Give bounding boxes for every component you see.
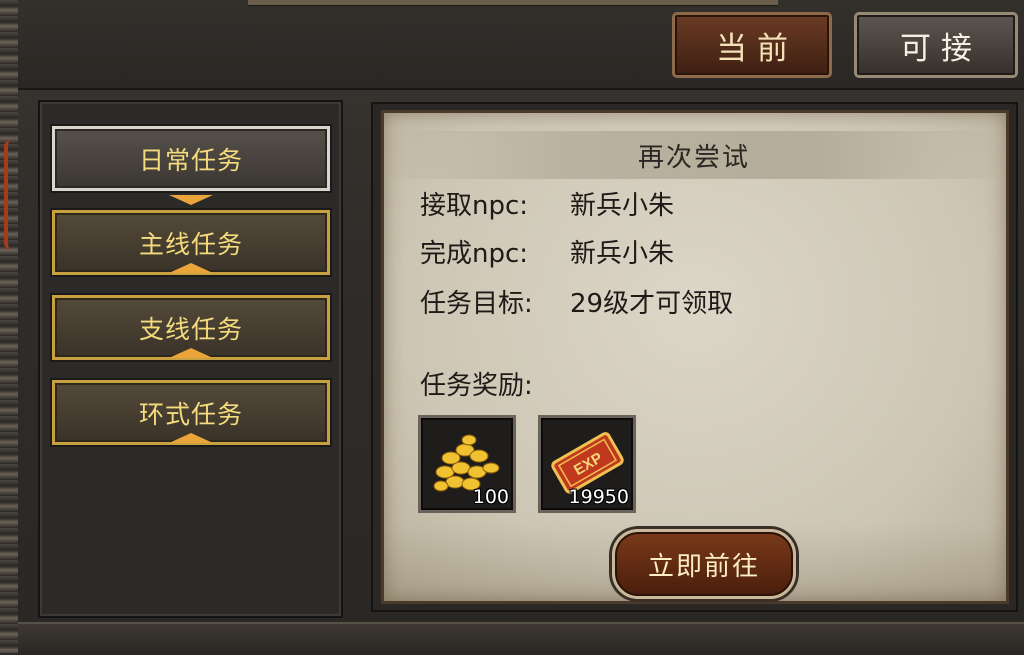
accept-npc-row: 接取npc: 新兵小朱 bbox=[420, 185, 674, 222]
accept-npc-value: 新兵小朱 bbox=[570, 191, 675, 221]
tab-current[interactable]: 当前 bbox=[672, 12, 832, 78]
category-label: 主线任务 bbox=[138, 229, 243, 259]
category-daily[interactable]: 日常任务 bbox=[52, 126, 330, 191]
chain-ornament bbox=[4, 140, 18, 250]
category-panel: 日常任务 主线任务 支线任务 环式任务 bbox=[38, 100, 343, 618]
tab-available-label: 可接 bbox=[900, 30, 982, 67]
reward-count: 19950 bbox=[568, 486, 629, 508]
window-left-edge bbox=[0, 0, 18, 653]
collapse-arrow-icon bbox=[169, 263, 213, 273]
objective-value: 29级才可领取 bbox=[570, 289, 734, 319]
finish-npc-row: 完成npc: 新兵小朱 bbox=[420, 233, 674, 270]
go-now-button[interactable]: 立即前往 bbox=[612, 529, 796, 599]
quest-window: 当前 可接 日常任务 主线任务 支线任务 环式任务 再次尝试 接取npc: 新兵小… bbox=[0, 0, 1024, 655]
category-label: 环式任务 bbox=[138, 399, 243, 429]
expand-arrow-icon bbox=[169, 195, 213, 205]
quest-title: 再次尝试 bbox=[390, 131, 998, 179]
objective-label: 任务目标: bbox=[420, 289, 533, 319]
top-rim bbox=[248, 0, 778, 6]
collapse-arrow-icon bbox=[169, 433, 213, 443]
collapse-arrow-icon bbox=[169, 348, 213, 358]
rewards-label: 任务奖励: bbox=[420, 371, 533, 401]
parchment: 再次尝试 接取npc: 新兵小朱 完成npc: 新兵小朱 任务目标: 29级才可领取 … bbox=[381, 110, 1009, 604]
finish-npc-label: 完成npc: bbox=[420, 239, 529, 269]
reward-slot-gold[interactable]: 100 bbox=[418, 415, 516, 513]
category-label: 支线任务 bbox=[138, 314, 243, 344]
reward-count: 100 bbox=[472, 486, 509, 508]
reward-slot-exp[interactable]: EXP 19950 bbox=[538, 415, 636, 513]
objective-row: 任务目标: 29级才可领取 bbox=[420, 283, 733, 320]
accept-npc-label: 接取npc: bbox=[420, 191, 529, 221]
tab-current-label: 当前 bbox=[716, 30, 798, 67]
bottom-frame bbox=[18, 622, 1024, 655]
finish-npc-value: 新兵小朱 bbox=[570, 239, 675, 269]
category-label: 日常任务 bbox=[138, 145, 243, 175]
quest-detail-panel: 再次尝试 接取npc: 新兵小朱 完成npc: 新兵小朱 任务目标: 29级才可领取 … bbox=[371, 102, 1018, 612]
tab-available[interactable]: 可接 bbox=[854, 12, 1018, 78]
